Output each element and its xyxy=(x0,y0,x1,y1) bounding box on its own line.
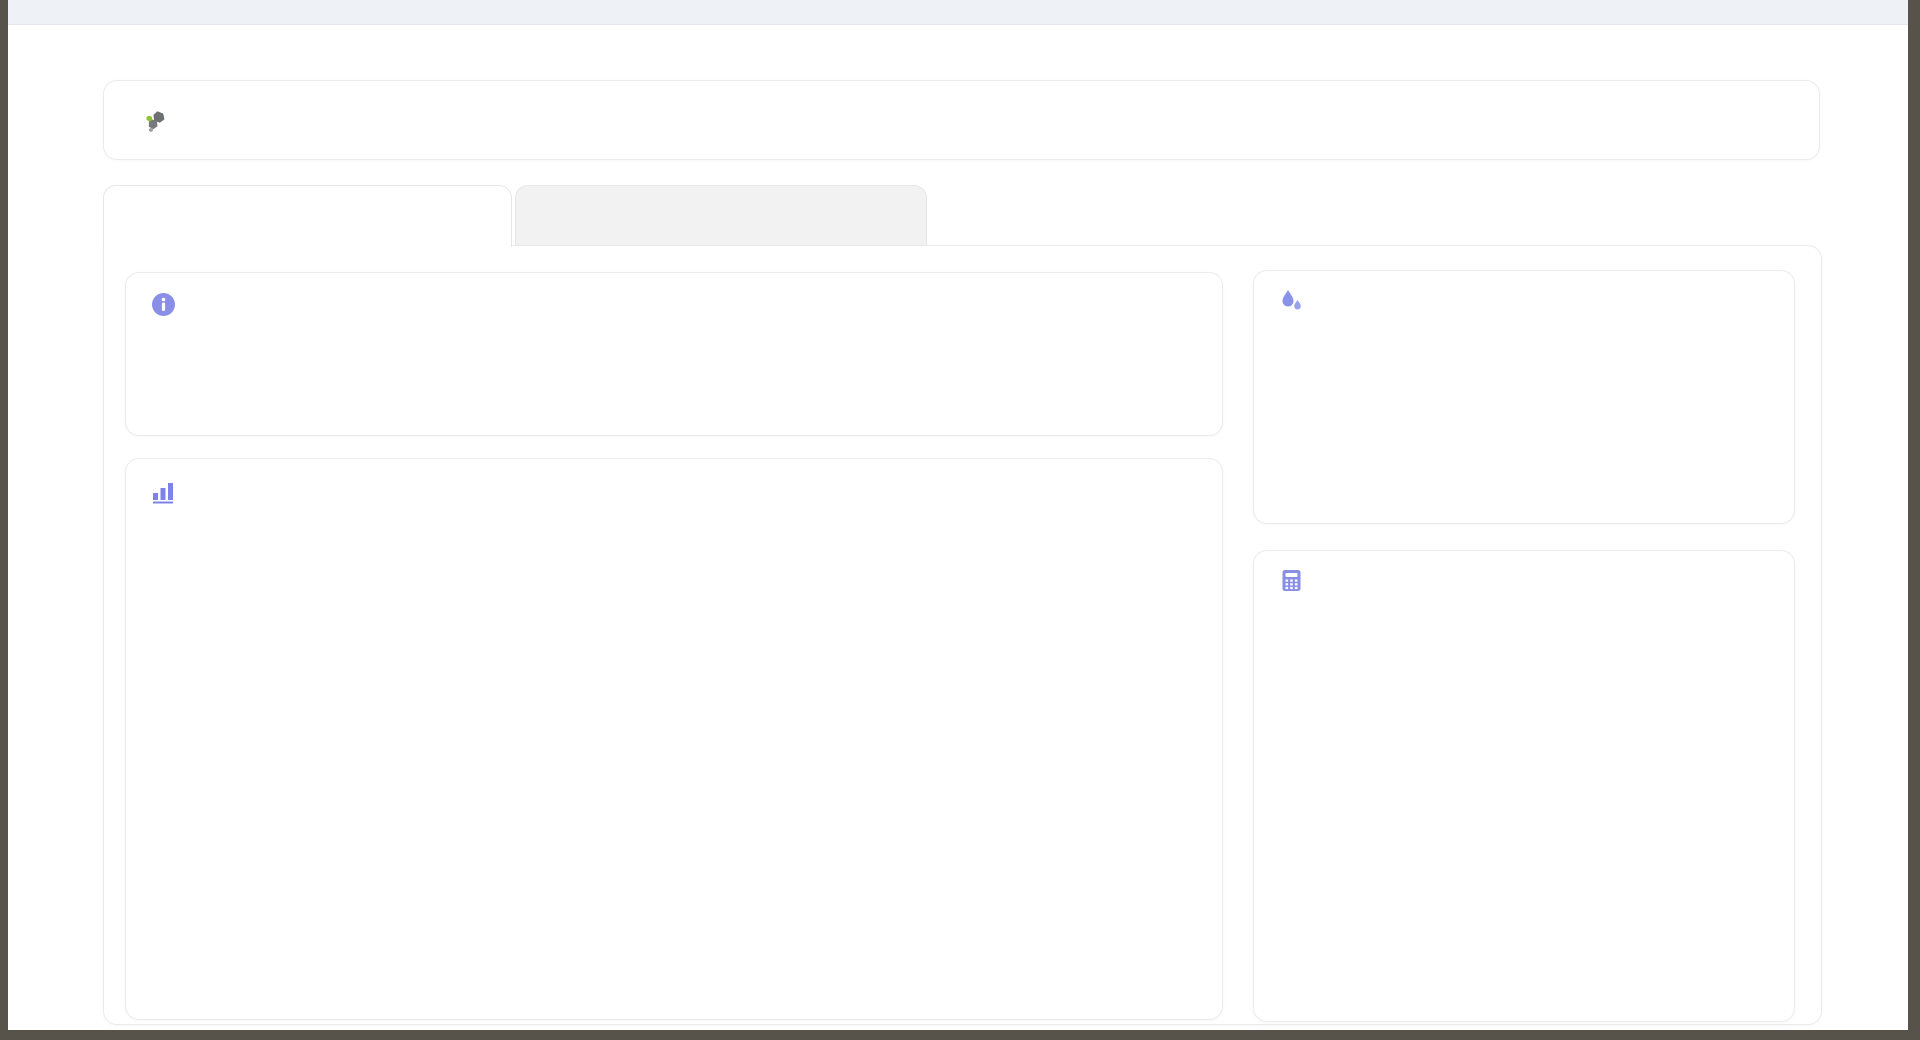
graph-card xyxy=(125,458,1223,1020)
file-info-card xyxy=(125,272,1223,436)
ubiosis-logo-icon xyxy=(146,110,165,132)
tab-result[interactable] xyxy=(103,185,512,247)
ubiosis-logo xyxy=(146,109,175,132)
app-window xyxy=(8,0,1908,1030)
calculator-icon xyxy=(1282,570,1301,591)
droplets-icon xyxy=(1282,290,1301,310)
viscosity-shear-chart xyxy=(126,459,1222,1019)
shear-viscosity-card xyxy=(1253,550,1795,1022)
header-card xyxy=(103,80,1820,160)
info-icon xyxy=(152,293,175,316)
titlebar xyxy=(8,0,1908,25)
close-icon[interactable] xyxy=(1862,2,1886,22)
blood-viscosity-card xyxy=(1253,270,1795,524)
tab-raw-data[interactable] xyxy=(515,185,927,247)
